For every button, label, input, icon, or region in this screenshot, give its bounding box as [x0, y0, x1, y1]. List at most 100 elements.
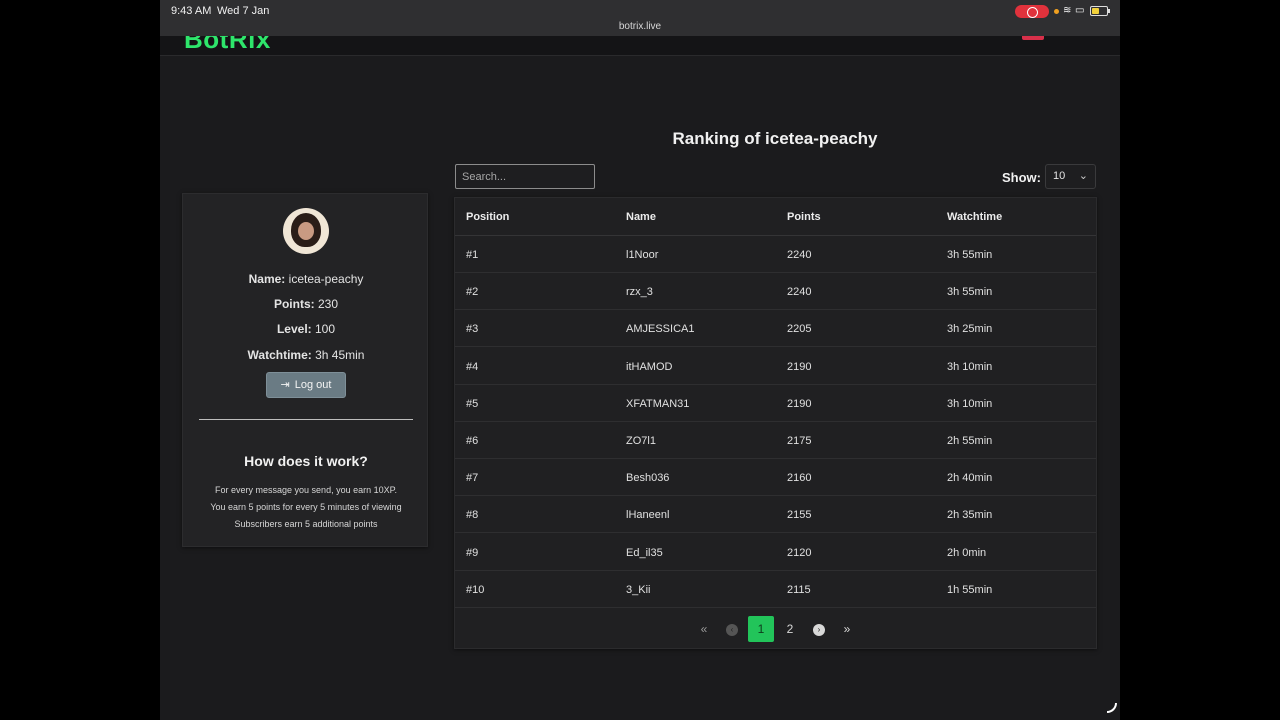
cell-name: 3_Kii: [626, 584, 651, 596]
cell-position: #4: [466, 361, 479, 373]
cell-points: 2175: [787, 435, 812, 447]
show-label: Show:: [1002, 170, 1041, 185]
column-header-position[interactable]: Position: [466, 211, 509, 223]
sign-out-icon: ⇥: [280, 379, 290, 391]
table-row: #8 lHaneenl 2155 2h 35min: [455, 496, 1096, 533]
cell-name: itHAMOD: [626, 361, 673, 373]
cell-watchtime: 3h 10min: [947, 398, 993, 410]
cell-points: 2155: [787, 509, 812, 521]
how-line: For every message you send, you earn 10X…: [215, 485, 397, 495]
first-page-button[interactable]: «: [691, 616, 717, 642]
cell-position: #1: [466, 249, 479, 261]
cell-points: 2240: [787, 249, 812, 261]
cell-position: #10: [466, 584, 485, 596]
profile-points-label: Points:: [273, 297, 315, 311]
cell-position: #8: [466, 509, 479, 521]
profile-name-label: Name:: [248, 272, 286, 286]
profile-level-label: Level:: [276, 322, 312, 336]
profile-watchtime: 3h 45min: [315, 348, 365, 362]
url-bar[interactable]: botrix.live: [160, 20, 1120, 36]
profile-name: icetea-peachy: [288, 272, 364, 286]
page-1-button[interactable]: 1: [748, 616, 774, 642]
cell-points: 2240: [787, 286, 812, 298]
car-icon: ▭: [1075, 5, 1085, 16]
profile-level-line: Level: 100: [183, 322, 429, 336]
cell-name: Besh036: [626, 472, 670, 484]
cell-name: XFATMAN31: [626, 398, 690, 410]
chevron-down-icon: ⌄: [1078, 170, 1088, 182]
cell-name: Ed_il35: [626, 547, 663, 559]
chevron-down-icon[interactable]: ⌄: [1062, 36, 1070, 39]
cell-watchtime: 3h 55min: [947, 249, 993, 261]
cell-name: AMJESSICA1: [626, 323, 695, 335]
profile-level: 100: [315, 322, 336, 336]
cell-points: 2190: [787, 398, 812, 410]
how-line: You earn 5 points for every 5 minutes of…: [210, 502, 402, 512]
status-time: 9:43 AM: [171, 5, 212, 17]
cell-name: lHaneenl: [626, 509, 670, 521]
cell-watchtime: 2h 55min: [947, 435, 993, 447]
table-row: #1 l1Noor 2240 3h 55min: [455, 236, 1096, 273]
logout-label: Log out: [294, 379, 332, 391]
cell-watchtime: 2h 0min: [947, 547, 987, 559]
cell-watchtime: 2h 35min: [947, 509, 993, 521]
url-text: botrix.live: [618, 21, 662, 32]
site-header: BotRix ⌄: [160, 36, 1120, 56]
table-row: #3 AMJESSICA1 2205 3h 25min: [455, 310, 1096, 347]
avatar: [283, 208, 329, 254]
divider: [199, 419, 413, 420]
table-row: #6 ZO7l1 2175 2h 55min: [455, 422, 1096, 459]
chevron-right-icon: ›: [813, 623, 825, 636]
cell-name: ZO7l1: [626, 435, 656, 447]
page-size-select[interactable]: 10 ⌄: [1045, 164, 1096, 189]
cell-watchtime: 1h 55min: [947, 584, 993, 596]
cell-points: 2115: [787, 584, 811, 596]
battery-icon: [1090, 6, 1110, 16]
table-row: #4 itHAMOD 2190 3h 10min: [455, 348, 1096, 385]
how-line: Subscribers earn 5 additional points: [234, 519, 378, 529]
table-row: #10 3_Kii 2115 1h 55min: [455, 571, 1096, 608]
pagination: « ‹ 1 2 › »: [455, 616, 1096, 642]
loading-spinner-icon: [1107, 703, 1117, 713]
cell-points: 2205: [787, 323, 812, 335]
column-header-points[interactable]: Points: [787, 211, 821, 223]
page-2-button[interactable]: 2: [777, 616, 803, 642]
column-header-name[interactable]: Name: [626, 211, 656, 223]
ranking-table: Position Name Points Watchtime #1 l1Noor…: [454, 197, 1097, 649]
logout-button[interactable]: ⇥ Log out: [266, 372, 346, 398]
cell-watchtime: 3h 55min: [947, 286, 993, 298]
cell-position: #5: [466, 398, 479, 410]
cell-name: l1Noor: [626, 249, 659, 261]
cell-watchtime: 3h 25min: [947, 323, 993, 335]
language-flag-icon[interactable]: [1022, 36, 1044, 40]
cell-position: #6: [466, 435, 479, 447]
profile-points: 230: [317, 297, 339, 311]
column-header-watchtime[interactable]: Watchtime: [947, 211, 1002, 223]
screen-recording-icon[interactable]: [1015, 5, 1049, 18]
search-input[interactable]: [455, 164, 595, 189]
cell-name: rzx_3: [626, 286, 653, 298]
wifi-icon: ≋: [1063, 5, 1072, 16]
profile-name-line: Name: icetea-peachy: [183, 272, 429, 286]
mic-indicator-icon: [1054, 9, 1059, 14]
cell-position: #9: [466, 547, 479, 559]
table-row: #5 XFATMAN31 2190 3h 10min: [455, 385, 1096, 422]
table-header: Position Name Points Watchtime: [455, 198, 1096, 236]
last-page-button[interactable]: »: [834, 616, 860, 642]
prev-page-button[interactable]: ‹: [719, 616, 745, 642]
cell-points: 2160: [787, 472, 812, 484]
page-title: Ranking of icetea-peachy: [672, 129, 878, 148]
how-it-works-title: How does it work?: [244, 453, 368, 469]
page-size-value: 10: [1053, 170, 1066, 182]
site-logo[interactable]: BotRix: [184, 36, 271, 55]
cell-watchtime: 2h 40min: [947, 472, 993, 484]
table-row: #9 Ed_il35 2120 2h 0min: [455, 534, 1096, 571]
ipad-screen: 9:43 AM Wed 7 Jan ≋ ▭ botrix.live BotRix…: [160, 0, 1120, 720]
next-page-button[interactable]: ›: [806, 616, 832, 642]
cell-position: #3: [466, 323, 479, 335]
status-bar: 9:43 AM Wed 7 Jan ≋ ▭: [160, 0, 1120, 22]
profile-points-line: Points: 230: [183, 297, 429, 311]
cell-points: 2120: [787, 547, 812, 559]
chevron-left-icon: ‹: [726, 623, 738, 636]
cell-position: #2: [466, 286, 479, 298]
